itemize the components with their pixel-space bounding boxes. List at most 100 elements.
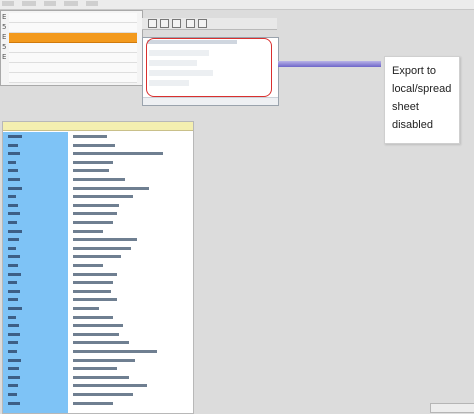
table-row[interactable] <box>3 382 193 390</box>
table-row[interactable] <box>3 279 193 287</box>
filter-icon[interactable] <box>172 19 181 28</box>
table-row[interactable] <box>3 339 193 347</box>
table-row[interactable] <box>3 159 193 167</box>
table-row[interactable] <box>3 150 193 158</box>
row-value <box>73 332 119 336</box>
table-row[interactable] <box>3 228 193 236</box>
menu-item-4[interactable] <box>64 1 78 6</box>
row-key <box>8 195 16 199</box>
row-key <box>8 307 22 310</box>
row-key <box>8 384 18 388</box>
info-text <box>4 90 138 112</box>
menu-item-3[interactable] <box>44 1 56 6</box>
table-row[interactable] <box>3 374 193 382</box>
row-value <box>73 195 133 199</box>
row-key <box>8 135 22 138</box>
row-key <box>8 152 20 156</box>
row-key <box>8 341 18 345</box>
table-row[interactable] <box>3 365 193 373</box>
row-value <box>73 186 149 190</box>
menu-bar <box>0 0 474 10</box>
table-row[interactable] <box>3 236 193 244</box>
row-number: 5 <box>2 43 7 51</box>
row-value <box>73 152 163 156</box>
row-value <box>73 341 129 345</box>
table-row[interactable] <box>3 176 193 184</box>
row-value <box>73 264 103 267</box>
table-row[interactable] <box>3 357 193 365</box>
row-key <box>8 375 20 379</box>
toolbar <box>142 18 277 30</box>
row-key <box>8 298 18 302</box>
parameter-row[interactable] <box>9 13 137 23</box>
table-row[interactable] <box>3 400 193 408</box>
parameter-row[interactable] <box>9 43 137 53</box>
row-value <box>73 358 135 362</box>
table-row[interactable] <box>3 167 193 175</box>
row-key <box>8 315 16 319</box>
table-row[interactable] <box>3 202 193 210</box>
menu-item-2[interactable] <box>22 1 36 6</box>
row-key <box>8 324 19 328</box>
table-row[interactable] <box>3 210 193 218</box>
row-key <box>8 238 19 242</box>
table-row[interactable] <box>3 348 193 356</box>
column-header-key[interactable] <box>3 122 68 131</box>
row-value <box>73 281 113 285</box>
parameter-row-selected[interactable] <box>9 33 137 43</box>
row-value <box>73 401 113 405</box>
table-row[interactable] <box>3 133 193 141</box>
table-row[interactable] <box>3 193 193 201</box>
row-key <box>8 160 16 164</box>
row-key <box>8 264 18 267</box>
row-value <box>73 255 121 259</box>
parameter-row[interactable] <box>9 73 137 83</box>
table-row[interactable] <box>3 245 193 253</box>
row-value <box>73 212 117 216</box>
row-number: E <box>2 53 7 61</box>
row-key <box>8 332 20 336</box>
parameter-row[interactable] <box>9 53 137 63</box>
row-value <box>73 307 99 310</box>
table-row[interactable] <box>3 305 193 313</box>
row-value <box>73 393 133 396</box>
row-value <box>73 135 107 138</box>
table-row[interactable] <box>3 288 193 296</box>
row-key <box>8 358 21 362</box>
row-value <box>73 229 103 233</box>
parameter-row[interactable] <box>9 63 137 73</box>
connector-bar <box>278 61 381 67</box>
export-icon[interactable] <box>148 19 157 28</box>
table-row[interactable] <box>3 271 193 279</box>
table-row[interactable] <box>3 142 193 150</box>
table-row[interactable] <box>3 296 193 304</box>
menu-item-5[interactable] <box>86 1 98 6</box>
table-row[interactable] <box>3 262 193 270</box>
data-grid <box>2 121 194 414</box>
menu-item-1[interactable] <box>2 1 14 6</box>
table-row[interactable] <box>3 391 193 399</box>
row-value <box>73 289 111 293</box>
row-value <box>73 384 147 388</box>
row-key <box>8 255 20 259</box>
table-row[interactable] <box>3 322 193 330</box>
row-value <box>73 160 113 164</box>
parameter-row[interactable] <box>9 23 137 33</box>
table-row[interactable] <box>3 331 193 339</box>
row-key <box>8 229 22 233</box>
row-value <box>73 298 117 302</box>
row-value <box>73 238 137 242</box>
table-row[interactable] <box>3 185 193 193</box>
row-key <box>8 367 19 371</box>
table-row[interactable] <box>3 219 193 227</box>
table-row[interactable] <box>3 314 193 322</box>
row-value <box>73 178 125 181</box>
toolbar-button[interactable] <box>198 19 207 28</box>
row-key <box>8 401 20 405</box>
table-row[interactable] <box>3 253 193 261</box>
column-header-value[interactable] <box>68 122 193 131</box>
row-key <box>8 289 20 293</box>
toolbar-button[interactable] <box>186 19 195 28</box>
print-icon[interactable] <box>160 19 169 28</box>
dialog-footer <box>143 97 278 105</box>
